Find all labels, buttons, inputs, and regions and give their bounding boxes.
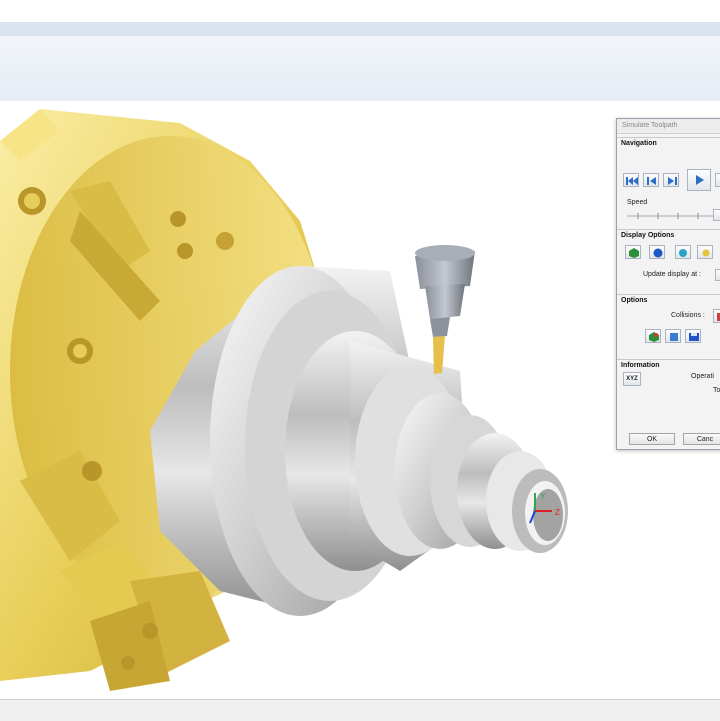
display-part-button[interactable] <box>649 245 665 259</box>
options-header: Options <box>621 297 648 304</box>
slider-tick <box>657 213 659 219</box>
part-icon <box>653 248 663 258</box>
title-bar <box>0 0 720 22</box>
ok-button[interactable]: OK <box>629 433 675 445</box>
collision-icon <box>717 313 720 321</box>
step-back-icon <box>647 177 656 185</box>
step-forward-icon <box>668 177 677 185</box>
rewind-button[interactable] <box>623 173 639 187</box>
option-button-2[interactable] <box>665 329 681 343</box>
speed-slider[interactable] <box>627 213 720 219</box>
display-options-section: Display Options <box>617 229 720 292</box>
tool-option-icon <box>670 333 678 341</box>
simulate-toolpath-dialog: Simulate Toolpath Navigation Speed Displ… <box>616 118 720 450</box>
information-header: Information <box>621 362 660 369</box>
display-holder-button[interactable] <box>697 245 713 259</box>
option-button-1[interactable] <box>645 329 661 343</box>
ribbon-tabs <box>0 22 720 36</box>
cutting-tool <box>415 245 475 374</box>
to-label: To <box>713 387 720 394</box>
play-button[interactable] <box>687 169 711 191</box>
rewind-icon <box>626 177 638 185</box>
axis-y-label: Y <box>540 492 546 501</box>
cancel-button[interactable]: Canc <box>683 433 720 445</box>
option-button-3[interactable] <box>685 329 701 343</box>
update-display-button[interactable] <box>715 269 720 281</box>
stop-button[interactable] <box>715 173 720 187</box>
collisions-label: Collisions : <box>671 312 705 319</box>
operation-label: Operati <box>691 373 714 380</box>
3d-viewport[interactable]: Y Z <box>0 101 720 699</box>
speed-label: Speed <box>627 199 648 206</box>
tool-icon <box>679 249 687 257</box>
collisions-button[interactable] <box>713 309 720 323</box>
stock-option-icon <box>649 332 659 342</box>
slider-tick <box>697 213 699 219</box>
step-forward-button[interactable] <box>663 173 679 187</box>
navigation-header: Navigation <box>621 140 657 147</box>
save-icon <box>689 333 699 341</box>
display-stock-button[interactable] <box>625 245 641 259</box>
stock-icon <box>629 248 639 258</box>
slider-tick <box>637 213 639 219</box>
slider-tick <box>677 213 679 219</box>
dialog-title: Simulate Toolpath <box>617 119 720 134</box>
display-tool-button[interactable] <box>675 245 691 259</box>
update-display-label: Update display at : <box>643 271 701 278</box>
display-options-header: Display Options <box>621 232 675 239</box>
play-icon <box>696 175 704 185</box>
cam-model: Y Z <box>0 109 568 691</box>
information-section: Information <box>617 359 720 430</box>
step-back-button[interactable] <box>643 173 659 187</box>
options-section: Options <box>617 294 720 360</box>
xyz-button[interactable]: XYZ <box>623 372 641 386</box>
axis-z-label: Z <box>555 508 560 517</box>
speed-slider-thumb[interactable] <box>713 209 720 221</box>
holder-icon <box>702 249 710 257</box>
status-bar <box>0 699 720 721</box>
